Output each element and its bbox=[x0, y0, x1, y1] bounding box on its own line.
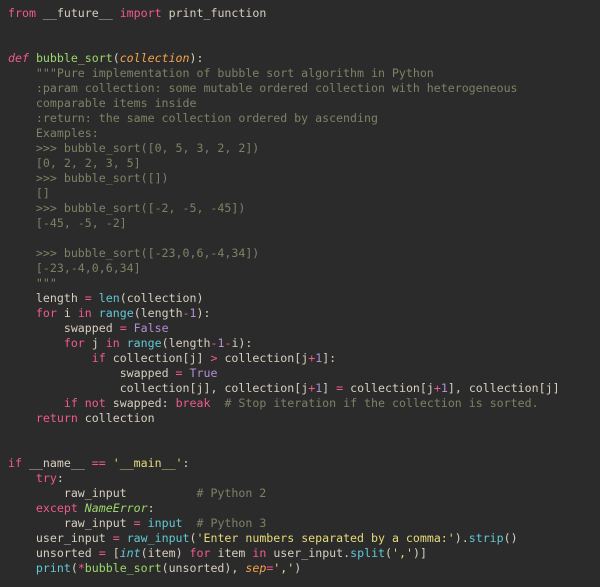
line-36: user_input = raw_input('Enter numbers se… bbox=[8, 531, 518, 545]
docstring-line: [] bbox=[8, 186, 50, 200]
line-33: raw_input # Python 2 bbox=[8, 486, 266, 500]
docstring-line: """ bbox=[8, 276, 57, 290]
docstring-line: :return: the same collection ordered by … bbox=[8, 111, 378, 125]
docstring-line: [-45, -5, -2] bbox=[8, 216, 127, 230]
docstring-line: [0, 2, 2, 3, 5] bbox=[8, 156, 141, 170]
docstring-line: >>> bubble_sort([]) bbox=[8, 171, 169, 185]
code-block: from __future__ import print_function de… bbox=[0, 0, 600, 582]
line-20: length = len(collection) bbox=[8, 291, 204, 305]
line-35: raw_input = input # Python 3 bbox=[8, 516, 266, 530]
line-37: unsorted = [int(item) for item in user_i… bbox=[8, 546, 427, 560]
line-22: swapped = False bbox=[8, 321, 169, 335]
docstring-line: >>> bubble_sort([0, 5, 3, 2, 2]) bbox=[8, 141, 259, 155]
docstring-line: :param collection: some mutable ordered … bbox=[8, 81, 518, 95]
docstring-line: >>> bubble_sort([-23,0,6,-4,34]) bbox=[8, 246, 259, 260]
line-24: if collection[j] > collection[j+1]: bbox=[8, 351, 336, 365]
line-26: collection[j], collection[j+1] = collect… bbox=[8, 381, 560, 395]
docstring-line: Examples: bbox=[8, 126, 99, 140]
line-27: if not swapped: break # Stop iteration i… bbox=[8, 396, 539, 410]
line-32: try: bbox=[8, 471, 64, 485]
line-21: for i in range(length-1): bbox=[8, 306, 211, 320]
line-31: if __name__ == '__main__': bbox=[8, 456, 190, 470]
docstring-line: >>> bubble_sort([-2, -5, -45]) bbox=[8, 201, 245, 215]
line-23: for j in range(length-1-i): bbox=[8, 336, 252, 350]
line-34: except NameError: bbox=[8, 501, 155, 515]
line-38: print(*bubble_sort(unsorted), sep=',') bbox=[8, 561, 301, 575]
docstring-line: comparable items inside bbox=[8, 96, 196, 110]
line-25: swapped = True bbox=[8, 366, 217, 380]
line-28: return collection bbox=[8, 411, 155, 425]
line-4: def bubble_sort(collection): bbox=[8, 51, 203, 65]
docstring-line: [-23,-4,0,6,34] bbox=[8, 261, 141, 275]
docstring-line: """Pure implementation of bubble sort al… bbox=[8, 66, 434, 80]
line-1: from __future__ import print_function bbox=[8, 6, 266, 20]
